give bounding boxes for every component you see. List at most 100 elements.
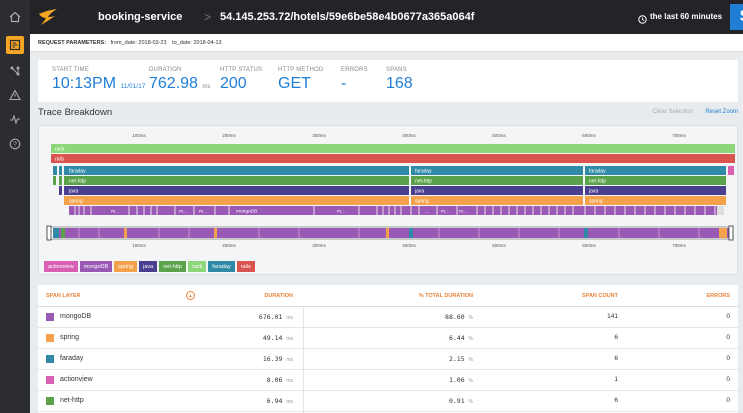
duration-stat: DURATION 762.98 ms [149,67,210,93]
span-faraday[interactable] [411,166,583,175]
duration-unit: ms [202,84,211,90]
header-duration[interactable]: DURATION [264,293,293,299]
span-actionview[interactable] [728,166,734,175]
clock-icon [638,11,647,29]
from-date: from_date: 2018-03-23 [110,40,167,46]
table-row[interactable]: spring 49.14 ms 6.44 % 6 0 [38,328,738,349]
bottom-tick-600ms: 600ms [582,243,596,248]
errors-stat: ERRORS - [341,67,368,93]
span-net-http[interactable] [585,176,726,185]
span-gap [717,206,724,215]
time-range-selector[interactable]: the last 60 minutes [650,12,722,21]
table-row[interactable]: faraday 16.39 ms 2.15 % 6 0 [38,349,738,370]
span-label-mongodb-short: m... [459,210,467,215]
alerts-icon[interactable] [6,86,24,104]
legend-item[interactable]: actionview [44,261,78,272]
legend-item[interactable]: rails [236,261,255,272]
overview-right-handle[interactable] [728,225,734,241]
span-label-java: java [414,189,424,195]
span-rack[interactable] [51,144,735,153]
http-method-label: HTTP METHOD [278,67,324,73]
span-label-faraday: faraday [415,169,432,175]
span-faraday-small[interactable] [59,166,62,175]
top-tick-500ms: 500ms [492,133,506,138]
span-label-mongodb-short: m... [337,210,345,215]
overview-net-http [61,228,65,238]
request-parameters-label: REQUEST PARAMETERS: [38,40,107,46]
clear-selection-button[interactable]: Clear Selection [652,109,693,115]
overview-left-handle[interactable] [46,225,52,241]
span-net-http[interactable] [411,176,583,185]
header-span-layer[interactable]: SPAN LAYER [46,293,81,299]
span-label-net-http: net-http [589,179,606,185]
layer-name: spring [60,334,80,341]
home-icon[interactable] [6,8,24,26]
span-spring[interactable] [585,196,726,205]
svg-text:?: ? [13,142,17,149]
legend-item[interactable]: spring [114,261,138,272]
span-rails[interactable] [51,154,735,163]
table-row[interactable]: mongoDB 676.01 ms 88.60 % 141 0 [38,307,738,328]
span-spring[interactable] [64,196,409,205]
table-row[interactable]: net-http 6.94 ms 0.91 % 6 0 [38,391,738,412]
span-label-mongodb-short: m... [179,210,187,215]
table-row[interactable]: actionview 8.06 ms 1.06 % 1 0 [38,370,738,391]
logo-icon [38,8,58,31]
layer-span-count: 6 [614,397,618,404]
start-date-value: 11/01/17 [120,83,146,90]
span-java[interactable] [585,186,726,195]
overview-spring [386,228,389,238]
bottom-tick-100ms: 100ms [132,243,146,248]
span-label-spring: spring [415,199,429,205]
legend-item[interactable]: net-http [159,261,186,272]
span-faraday-small[interactable] [53,166,57,175]
topology-icon[interactable] [6,62,24,80]
metrics-icon[interactable] [6,110,24,128]
reset-zoom-button[interactable]: Reset Zoom [705,109,738,115]
span-net-http-small[interactable] [53,176,56,185]
legend-item[interactable]: rack [187,261,207,272]
span-java[interactable] [411,186,583,195]
overview-spring [124,228,127,238]
service-name[interactable]: booking-service [98,11,182,23]
top-bar: booking-service > 54.145.253.72/hotels/5… [30,0,743,34]
span-java-small[interactable] [59,186,62,195]
overview-faraday [53,228,59,238]
header-errors[interactable]: ERRORS [706,293,730,299]
span-mongodb-row[interactable] [69,206,724,215]
header-pct-total-duration[interactable]: % TOTAL DURATION [419,293,473,299]
layer-color-swatch [46,355,54,363]
top-tick-100ms: 100ms [132,133,146,138]
http-status-label: HTTP STATUS [220,67,263,73]
top-tick-300ms: 300ms [312,133,326,138]
legend-item[interactable]: faraday [208,261,235,272]
overview-spring [214,228,217,238]
layer-name: faraday [60,355,84,362]
legend-item[interactable]: mongoDB [79,261,113,272]
trace-breakdown-chart[interactable]: 100ms 200ms 300ms 400ms 500ms 600ms 700m… [38,125,738,275]
trace-svg[interactable]: 100ms 200ms 300ms 400ms 500ms 600ms 700m… [39,126,739,276]
bottom-tick-700ms: 700ms [672,243,686,248]
table-header: SPAN LAYER ▲ DURATION % TOTAL DURATION S… [38,285,738,307]
span-faraday[interactable] [64,166,409,175]
traces-icon[interactable] [6,36,24,54]
layer-color-swatch [46,334,54,342]
span-layer-table: SPAN LAYER ▲ DURATION % TOTAL DURATION S… [38,285,738,413]
span-net-http[interactable] [64,176,409,185]
layer-color-swatch [46,376,54,384]
span-label-mongodb: mongoDB [236,209,257,215]
legend-item[interactable]: java [139,261,158,272]
bottom-tick-400ms: 400ms [402,243,416,248]
layer-errors: 0 [726,376,730,383]
sort-indicator-icon[interactable]: ▲ [186,291,195,300]
span-java[interactable] [64,186,409,195]
sidebar: ? [0,0,30,413]
span-label-faraday: faraday [69,169,86,175]
span-faraday[interactable] [585,166,726,175]
span-net-http-small[interactable] [59,176,62,185]
header-span-count[interactable]: SPAN COUNT [582,293,618,299]
help-icon[interactable]: ? [6,135,24,153]
top-tick-600ms: 600ms [582,133,596,138]
span-spring[interactable] [411,196,583,205]
layer-duration: 49.14 ms [262,334,293,342]
